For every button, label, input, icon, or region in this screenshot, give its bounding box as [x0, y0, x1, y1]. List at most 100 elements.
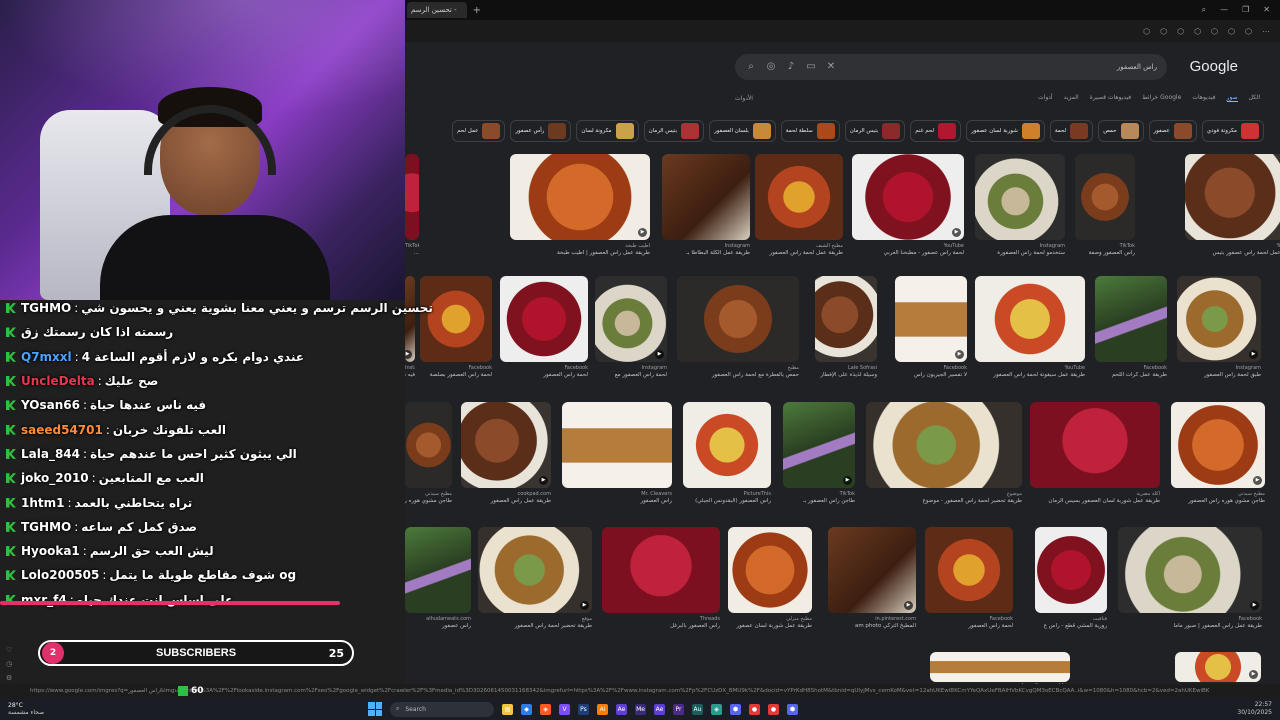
taskbar-app-icon[interactable]: ▤: [502, 703, 513, 715]
image-result[interactable]: عمليات بحث ذات صلة: [930, 652, 1070, 684]
image-result[interactable]: مطبخ الشيف طريقة عمل لحمة راس العصفور: [755, 154, 843, 256]
chat-username[interactable]: saeed54701: [21, 423, 103, 437]
related-chip[interactable]: لحمة: [1049, 120, 1094, 142]
result-thumbnail[interactable]: [662, 154, 750, 240]
filter-images[interactable]: صور: [1226, 94, 1238, 102]
related-chip[interactable]: بتيس الرمان: [643, 120, 705, 142]
related-chip[interactable]: بلسان العصفور: [709, 120, 776, 142]
filter-all[interactable]: الكل: [1249, 94, 1260, 102]
result-thumbnail[interactable]: [683, 402, 771, 488]
taskbar-app-icon[interactable]: ●: [749, 703, 760, 715]
result-title[interactable]: وسيلة لذيذة على الإفطار: [815, 372, 877, 378]
taskbar-app-icon[interactable]: Me: [635, 703, 646, 715]
result-title[interactable]: راس عصفور: [405, 623, 471, 629]
taskbar-app-icon[interactable]: Pr: [673, 703, 684, 715]
result-title[interactable]: طريقة عمل راس العصفور | صبور ماما: [1118, 623, 1262, 629]
menu-icon[interactable]: ⋯: [1262, 27, 1270, 36]
result-thumbnail[interactable]: [602, 527, 720, 613]
chat-username[interactable]: joko_2010: [21, 471, 89, 485]
result-thumbnail[interactable]: ▶: [1185, 154, 1280, 240]
result-thumbnail[interactable]: [500, 276, 588, 362]
result-thumbnail[interactable]: ▶: [852, 154, 964, 240]
result-thumbnail[interactable]: [405, 154, 419, 240]
image-result[interactable]: Facebook لحمة راس العصفور بصلصة: [420, 276, 492, 378]
result-thumbnail[interactable]: ▶: [1177, 276, 1261, 362]
result-title[interactable]: طاجن راس العصفور بـ: [783, 498, 855, 504]
image-result[interactable]: Instagram طريقة عمل الكلة البطاطا بـ: [662, 154, 750, 256]
extension-icon[interactable]: ⬡: [1160, 27, 1167, 36]
related-chip[interactable]: مكرونة لسان: [576, 120, 639, 142]
image-result[interactable]: Mr. Cleavers راس العصفور: [562, 402, 672, 504]
result-title[interactable]: رورية المشي قطع - راس ع: [1035, 623, 1107, 629]
result-title[interactable]: طريقة عمل راس العصفور | أطيب طبخة: [510, 250, 650, 256]
image-result[interactable]: ▶ موقع طريقة تحضير لحمة راس العصفور: [478, 527, 592, 629]
image-result[interactable]: Facebook لحمة راس العصفور: [500, 276, 588, 378]
chat-username[interactable]: Lolo200505: [21, 568, 99, 582]
result-title[interactable]: المطبخ التركي am photo: [828, 623, 916, 629]
taskbar-app-icon[interactable]: ●: [768, 703, 779, 715]
result-thumbnail[interactable]: [1095, 276, 1167, 362]
image-result[interactable]: YouTube طريقة عمل سيقونة لحمة راس العصفور: [975, 276, 1085, 378]
image-result[interactable]: ▶ in.pinterest.com المطبخ التركي am photo: [828, 527, 916, 629]
tab-search-icon[interactable]: ⌕: [1202, 5, 1206, 15]
image-result[interactable]: ▶ TikTok طاجن راس العصفور بـ: [783, 402, 855, 504]
taskbar-app-icon[interactable]: ⬢: [787, 703, 798, 715]
image-result[interactable]: مطبخ سيدتيطاجن مشوي هوره رأس العصفور: [405, 402, 452, 504]
extension-icon[interactable]: ⬡: [1245, 27, 1252, 36]
keyboard-icon[interactable]: ▭: [805, 61, 817, 73]
result-thumbnail[interactable]: [1035, 527, 1107, 613]
image-result[interactable]: مطبخ منزلي طريقة عمل شوربة لسان عصفور: [728, 527, 812, 629]
taskbar-app-icon[interactable]: Ps: [578, 703, 589, 715]
result-title[interactable]: طريقة تحضير لحمة راس العصفور - موضوع: [866, 498, 1022, 504]
result-title[interactable]: لا تفسير الجيريون راس: [895, 372, 967, 378]
taskbar-app-icon[interactable]: ◈: [540, 703, 551, 715]
result-title[interactable]: طريقة تحضير لحمة راس العصفور: [478, 623, 592, 629]
image-result[interactable]: موضوع طريقة تحضير لحمة راس العصفور - موضو…: [866, 402, 1022, 504]
chat-username[interactable]: 1htm1: [21, 496, 64, 510]
start-button[interactable]: [368, 702, 382, 716]
image-result[interactable]: أكلة مصرية طريقة عمل شوربة لسان العصفور ب…: [1030, 402, 1160, 504]
result-thumbnail[interactable]: ▶: [595, 276, 667, 362]
result-thumbnail[interactable]: ▶: [828, 527, 916, 613]
image-result[interactable]: TikTok راس العصفور وصفة: [1075, 154, 1135, 256]
image-result[interactable]: ▶ Facebook طريقة عمل راس العصفور | صبور ما…: [1118, 527, 1262, 629]
image-result[interactable]: Facebook لحمة رأس العصفور: [925, 527, 1013, 629]
related-chip[interactable]: عمل لحم: [452, 120, 506, 142]
result-title[interactable]: طريقة عمل الكلة البطاطا بـ: [662, 250, 750, 256]
mic-icon[interactable]: ♪: [785, 61, 797, 73]
result-title[interactable]: طاجن مشوي هوره رأس العصفور: [1171, 498, 1265, 504]
related-chip[interactable]: عصفور: [1148, 120, 1197, 142]
image-result[interactable]: Lale Sofrasi وسيلة لذيذة على الإفطار: [815, 276, 877, 378]
result-title[interactable]: طريقة عمل سيقونة لحمة راس العصفور: [975, 372, 1085, 378]
result-title[interactable]: لحمة راس عصفور - مطبخنا العربي: [852, 250, 964, 256]
result-title[interactable]: لحمة راس العصفور مع: [595, 372, 667, 378]
taskbar-app-icon[interactable]: Ae: [616, 703, 627, 715]
lens-icon[interactable]: ◎: [765, 61, 777, 73]
result-thumbnail[interactable]: ▶: [1171, 402, 1265, 488]
result-title[interactable]: لحمة رأس العصفور: [925, 623, 1013, 629]
taskbar-app-icon[interactable]: ⬢: [730, 703, 741, 715]
system-clock[interactable]: 22:57 30/10/2025: [1237, 701, 1280, 717]
filter-shorts[interactable]: فيديوهات قصيرة: [1090, 94, 1131, 102]
result-thumbnail[interactable]: [420, 276, 492, 362]
image-result[interactable]: فتافيت رورية المشي قطع - راس ع: [1035, 527, 1107, 629]
related-chip[interactable]: مكرونة فودي: [1201, 120, 1264, 142]
result-title[interactable]: راس العصفور بالبرغل: [602, 623, 720, 629]
close-window-button[interactable]: ✕: [1263, 5, 1270, 15]
related-chip[interactable]: لحم غنم: [910, 120, 962, 142]
chat-username[interactable]: UncleDelta: [21, 374, 95, 388]
result-title[interactable]: لحمة راس العصفور بصلصة: [420, 372, 492, 378]
search-query[interactable]: راس العصفور: [1117, 63, 1157, 71]
filter-tools[interactable]: أدوات: [1038, 94, 1053, 102]
result-title[interactable]: راس العصفور (البقدونس الجبلي): [683, 498, 771, 504]
image-result[interactable]: ▶ مطبخ سيدتي طاجن مشوي هوره رأس العصفور: [1171, 402, 1265, 504]
maximize-button[interactable]: ❐: [1242, 5, 1249, 15]
filter-more[interactable]: المزيد: [1064, 94, 1079, 102]
chat-username[interactable]: Q7mxxl: [21, 350, 72, 364]
extension-icon[interactable]: ⬡: [1228, 27, 1235, 36]
result-thumbnail[interactable]: [562, 402, 672, 488]
result-title[interactable]: فيه ناس: [405, 372, 415, 378]
related-chip[interactable]: رأس عصفور: [510, 120, 572, 142]
result-title[interactable]: طريقة عمل راس العصفور: [461, 498, 551, 504]
result-thumbnail[interactable]: [728, 527, 812, 613]
